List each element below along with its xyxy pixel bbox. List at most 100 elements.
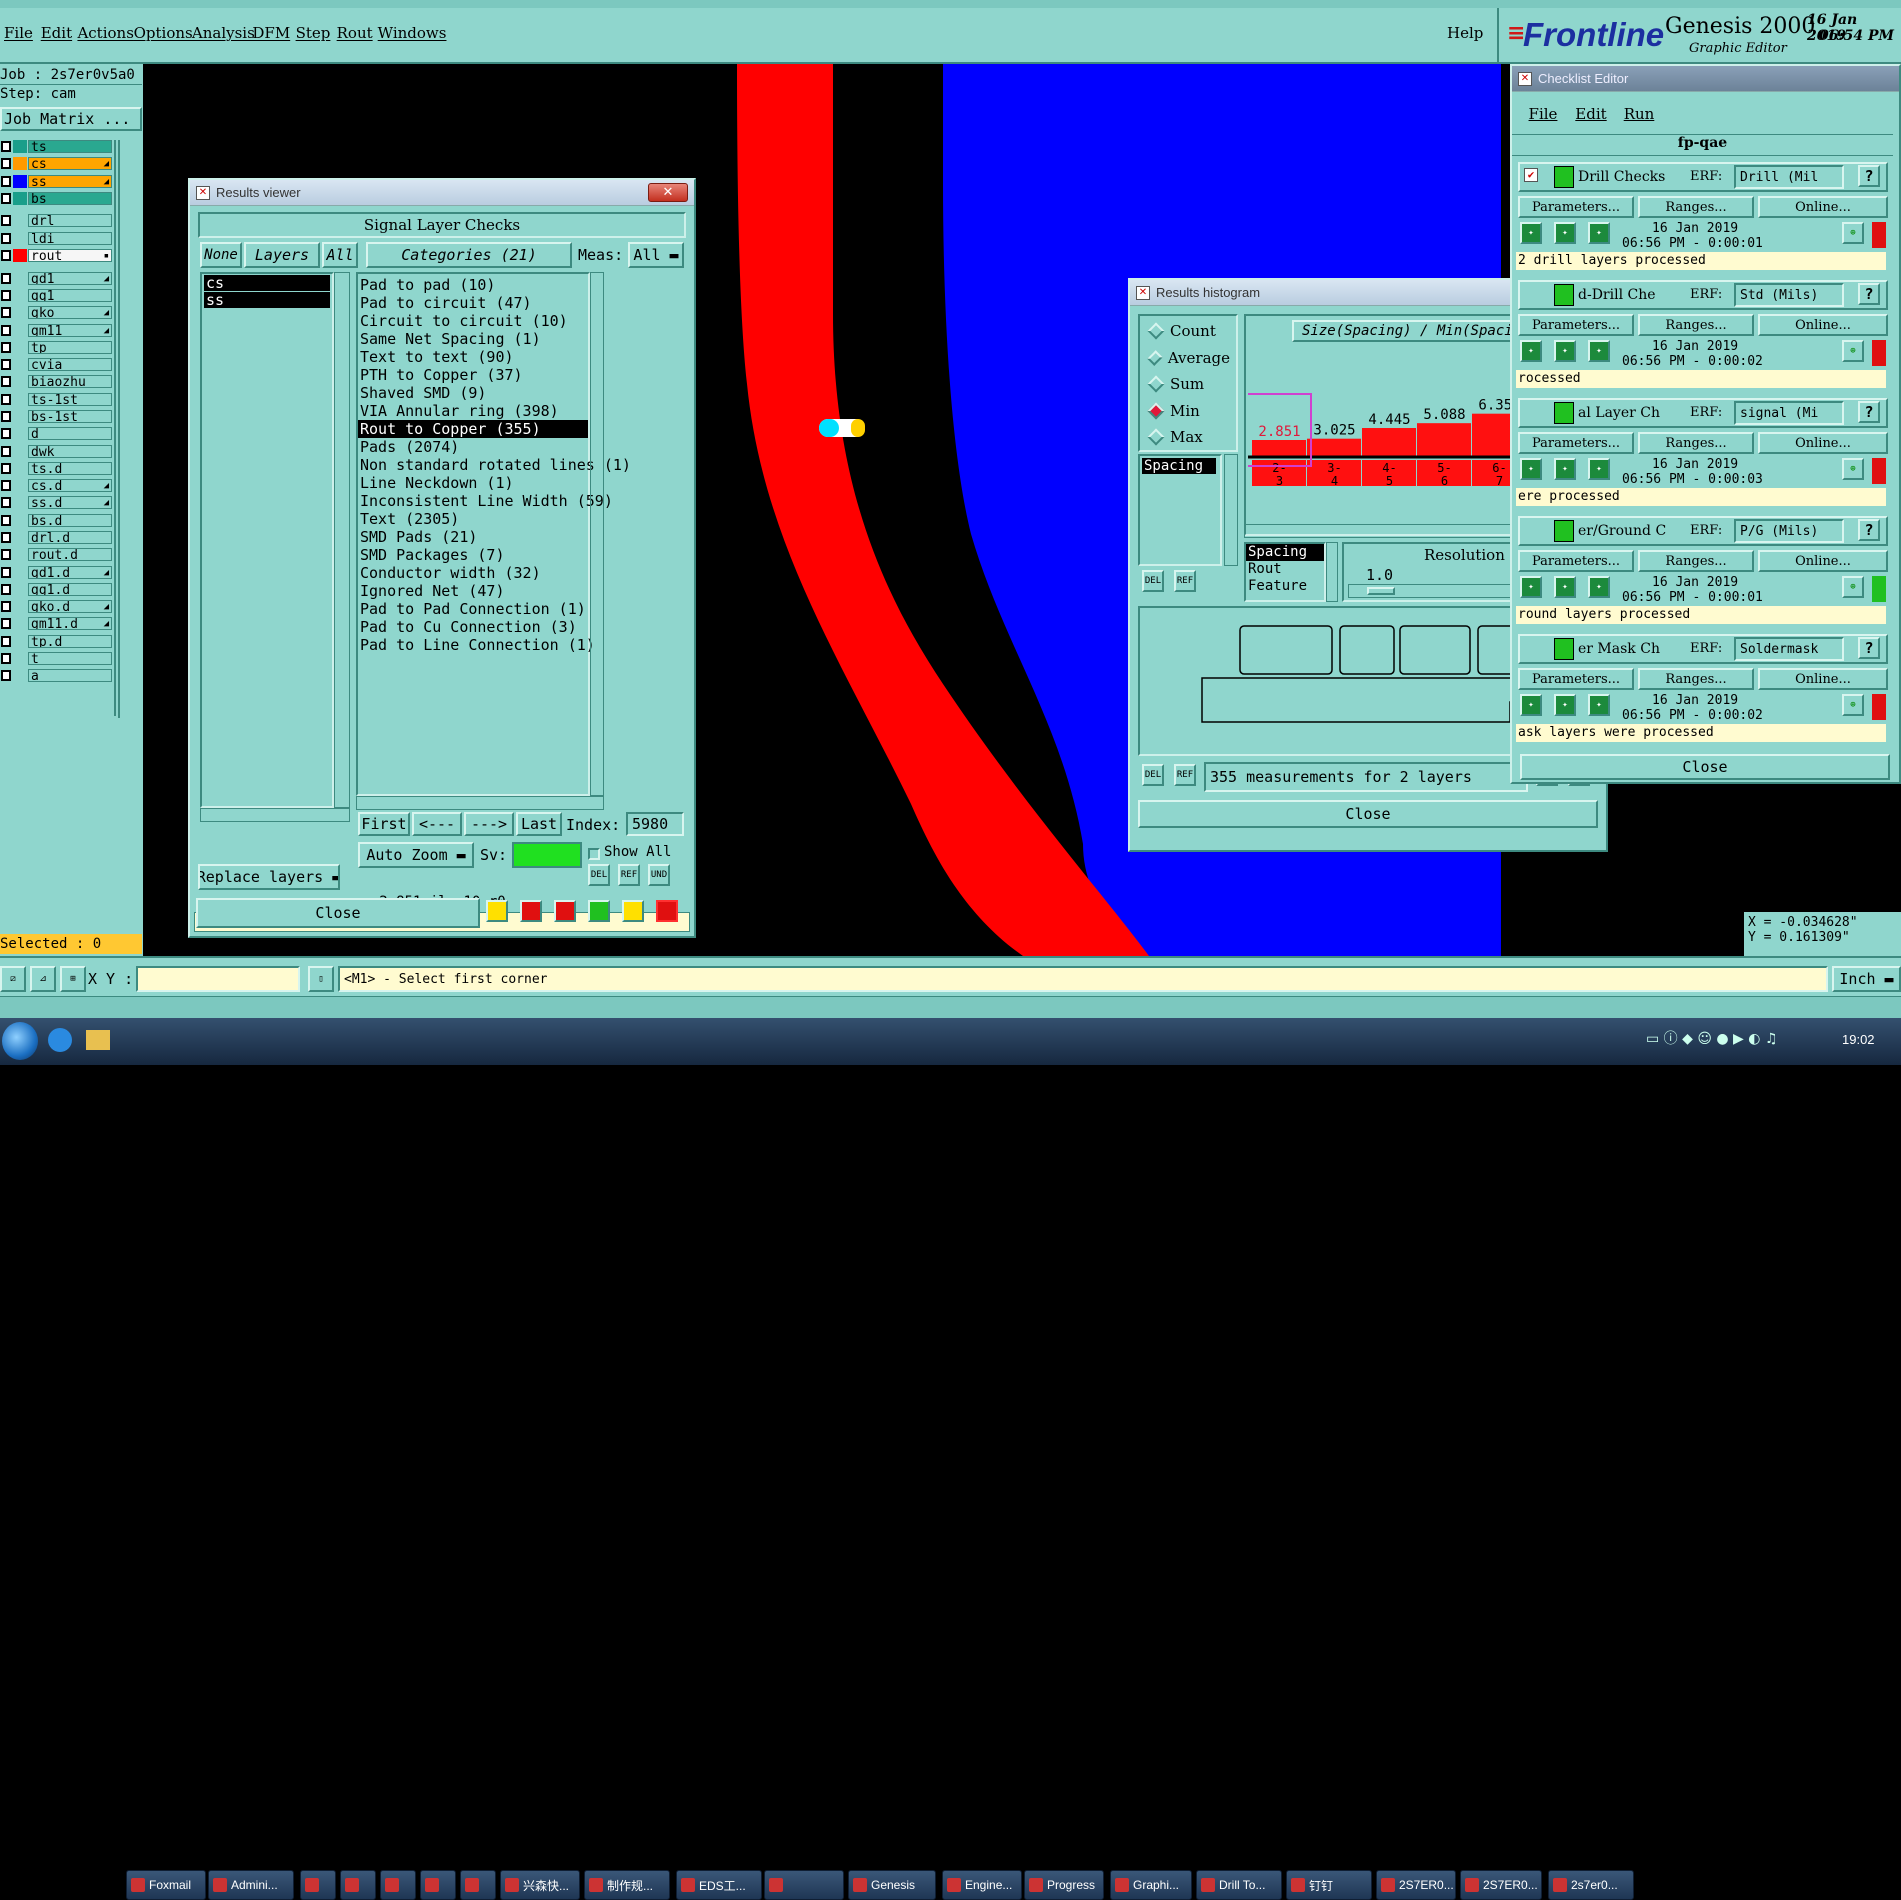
menu-rout[interactable]: Rout	[337, 24, 373, 42]
help-icon[interactable]: ?	[1858, 283, 1880, 305]
taskbar-item[interactable]: 2S7ER0...	[1376, 1870, 1456, 1900]
run-icon[interactable]: ✦	[1588, 458, 1610, 480]
taskbar-item[interactable]: Graphi...	[1110, 1870, 1192, 1900]
menu-file[interactable]: File	[4, 24, 33, 42]
layer-checkbox[interactable]	[1, 497, 11, 509]
resolution-item[interactable]: Spacing	[1246, 544, 1324, 561]
feature-del-button[interactable]: DEL	[1142, 764, 1164, 786]
run-icon[interactable]: ✦	[1520, 576, 1542, 598]
zoom-icon[interactable]: ⊕	[1842, 694, 1864, 716]
layer-row-t[interactable]: t	[0, 652, 112, 666]
none-button[interactable]: None	[200, 242, 242, 268]
layer-checkbox[interactable]	[1, 583, 11, 595]
taskbar-item[interactable]: Drill To...	[1196, 1870, 1282, 1900]
layer-row-cs.d[interactable]: cs.d ◢	[0, 479, 112, 493]
layer-checkbox[interactable]	[1, 566, 11, 578]
layer-row-ts[interactable]: ts	[0, 140, 112, 153]
category-list-vscroll[interactable]	[590, 272, 604, 796]
result-layer-item[interactable]: ss	[204, 292, 330, 308]
layer-row-gm11[interactable]: gm11 ◢	[0, 323, 112, 337]
checklist-menu-file[interactable]: File	[1520, 100, 1566, 128]
check-action-header[interactable]: d-Drill Che ERF: Std (Mils)?	[1518, 280, 1888, 310]
menu-help[interactable]: Help	[1447, 24, 1483, 42]
run-icon[interactable]: ✦	[1554, 694, 1576, 716]
layer-checkbox[interactable]	[1, 514, 11, 526]
taskbar-item[interactable]: Genesis	[848, 1870, 936, 1900]
category-item[interactable]: Shaved SMD (9)	[358, 384, 588, 402]
option-average[interactable]: Average	[1147, 347, 1230, 369]
layer-checkbox[interactable]	[1, 549, 11, 561]
layer-row-d[interactable]: d	[0, 427, 112, 441]
category-item[interactable]: SMD Packages (7)	[358, 546, 588, 564]
layer-checkbox[interactable]	[1, 141, 11, 152]
layer-checkbox[interactable]	[1, 250, 11, 262]
layer-row-gd1[interactable]: gd1 ◢	[0, 271, 112, 285]
layer-checkbox[interactable]	[1, 410, 11, 422]
category-item[interactable]: PTH to Copper (37)	[358, 366, 588, 384]
hist-del-button[interactable]: DEL	[1142, 570, 1164, 592]
layer-checkbox[interactable]	[1, 158, 11, 170]
taskbar-item[interactable]	[340, 1870, 376, 1900]
first-button[interactable]: First	[358, 812, 410, 836]
layer-checkbox[interactable]	[1, 232, 11, 244]
list-icon[interactable]	[622, 900, 644, 922]
category-item[interactable]: Text to text (90)	[358, 348, 588, 366]
taskbar-item[interactable]	[300, 1870, 336, 1900]
prev-button[interactable]: <---	[412, 812, 462, 836]
category-item[interactable]: Pads (2074)	[358, 438, 588, 456]
next-button[interactable]: --->	[464, 812, 514, 836]
histogram-bar[interactable]	[1417, 423, 1471, 456]
zoom-icon[interactable]: ⊕	[1842, 576, 1864, 598]
close-window-button[interactable]: ✕	[648, 183, 688, 202]
layer-checkbox[interactable]	[1, 428, 11, 440]
check-action-header[interactable]: er/Ground C ERF: P/G (Mils)?	[1518, 516, 1888, 546]
online-button[interactable]: Online...	[1758, 314, 1888, 336]
layer-checkbox[interactable]	[1, 445, 11, 457]
ranges-button[interactable]: Ranges...	[1638, 314, 1754, 336]
layer-row-ss.d[interactable]: ss.d ◢	[0, 496, 112, 510]
layer-row-gko[interactable]: gko ◢	[0, 306, 112, 320]
category-item[interactable]: Line Neckdown (1)	[358, 474, 588, 492]
category-item[interactable]: Rout to Copper (355)	[358, 420, 588, 438]
xy-input[interactable]	[136, 966, 300, 992]
run-icon[interactable]: ✦	[1588, 576, 1610, 598]
taskbar-item[interactable]	[380, 1870, 416, 1900]
layer-row-cs[interactable]: cs ◢	[0, 157, 112, 171]
checklist-close-button[interactable]: Close	[1520, 754, 1890, 780]
layer-row-tp.d[interactable]: tp.d	[0, 634, 112, 648]
layer-checkbox[interactable]	[1, 532, 11, 544]
menu-step[interactable]: Step	[296, 24, 331, 42]
category-item[interactable]: Conductor width (32)	[358, 564, 588, 582]
results-viewer-titlebar[interactable]: ✕ Results viewer	[190, 180, 694, 206]
online-button[interactable]: Online...	[1758, 432, 1888, 454]
checklist-titlebar[interactable]: ✕ Checklist Editor	[1512, 66, 1899, 92]
erf-field[interactable]: Drill (Mil	[1734, 165, 1844, 189]
layer-row-cvia[interactable]: cvia	[0, 358, 112, 372]
check-toggle-icon[interactable]: ✔	[1524, 168, 1538, 182]
taskbar-item[interactable]: Engine...	[942, 1870, 1022, 1900]
menu-actions[interactable]: Actions	[77, 24, 133, 42]
category-item[interactable]: Pad to pad (10)	[358, 276, 588, 294]
category-item[interactable]: Text (2305)	[358, 510, 588, 528]
zoom-icon[interactable]: ⊕	[1842, 222, 1864, 244]
taskbar-item[interactable]	[460, 1870, 496, 1900]
taskbar-item[interactable]	[764, 1870, 844, 1900]
taskbar-item[interactable]: EDS工...	[676, 1870, 762, 1900]
layer-checkbox[interactable]	[1, 618, 11, 630]
ie-icon[interactable]	[48, 1028, 72, 1052]
feature-ref-button[interactable]: REF	[1174, 764, 1196, 786]
resolution-item[interactable]: Feature	[1246, 578, 1324, 595]
run-icon[interactable]: ✦	[1588, 694, 1610, 716]
ref-button[interactable]: REF	[618, 864, 640, 886]
grid-icon[interactable]: ⊞	[60, 966, 86, 992]
category-item[interactable]: VIA Annular ring (398)	[358, 402, 588, 420]
help-icon[interactable]: ?	[1858, 401, 1880, 423]
layer-checkbox[interactable]	[1, 324, 11, 336]
check-action-header[interactable]: al Layer Ch ERF: signal (Mi?	[1518, 398, 1888, 428]
parameters-button[interactable]: Parameters...	[1518, 668, 1634, 690]
ranges-button[interactable]: Ranges...	[1638, 196, 1754, 218]
histogram-bar[interactable]	[1252, 440, 1306, 456]
layer-row-gm11.d[interactable]: gm11.d ◢	[0, 617, 112, 631]
layer-row-a[interactable]: a	[0, 669, 112, 683]
layer-row-bs.d[interactable]: bs.d	[0, 513, 112, 527]
